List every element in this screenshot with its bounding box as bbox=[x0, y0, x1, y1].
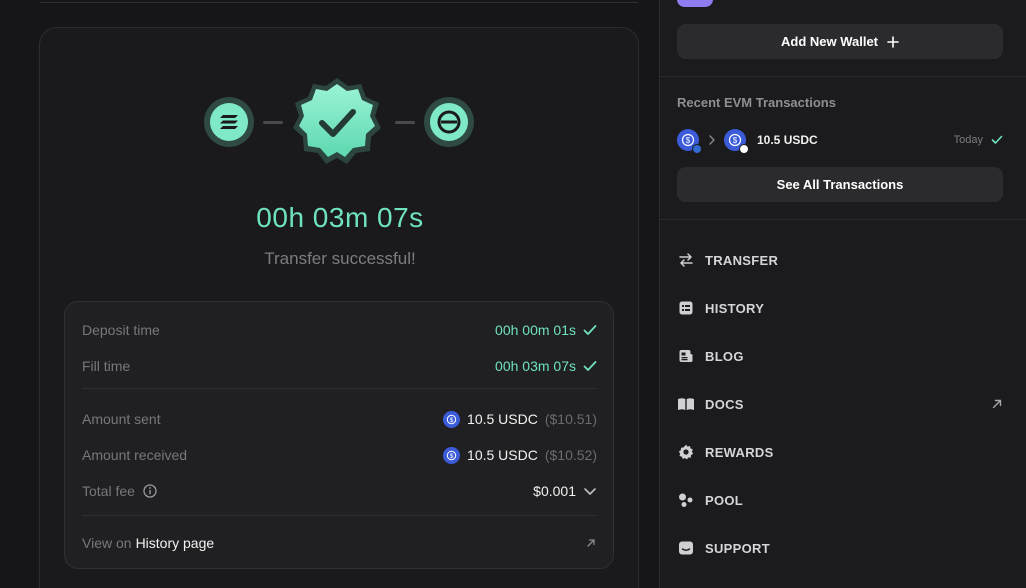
nav-item-rewards[interactable]: REWARDS bbox=[677, 440, 1003, 464]
amount-received-label: Amount received bbox=[82, 447, 188, 463]
external-link-icon bbox=[992, 399, 1002, 409]
usdc-token-icon: $ bbox=[677, 129, 702, 154]
amount-sent-usd: ($10.51) bbox=[544, 411, 597, 427]
nav-label: BLOG bbox=[705, 348, 744, 364]
details-divider bbox=[82, 515, 597, 516]
nav-label: DOCS bbox=[705, 396, 744, 412]
chevron-right-icon bbox=[709, 135, 715, 145]
elapsed-timer: 00h 03m 07s bbox=[256, 202, 424, 233]
solana-chain-icon bbox=[204, 97, 254, 147]
amount-received-value: 10.5 USDC bbox=[467, 447, 538, 463]
usdc-token-icon: $ bbox=[724, 129, 749, 154]
arrows-swap-icon bbox=[677, 251, 695, 269]
amount-sent-label: Amount sent bbox=[82, 411, 161, 427]
view-on-label: View on bbox=[82, 535, 132, 551]
svg-text:$: $ bbox=[450, 417, 454, 424]
nav-item-support[interactable]: SUPPORT bbox=[677, 536, 1003, 560]
pool-icon bbox=[677, 491, 695, 509]
deposit-time-value: 00h 00m 01s bbox=[495, 322, 576, 338]
see-all-label: See All Transactions bbox=[776, 177, 904, 192]
nav-label: SUPPORT bbox=[705, 540, 770, 556]
svg-text:$: $ bbox=[450, 453, 454, 460]
plus-icon bbox=[887, 35, 899, 48]
sidebar-divider bbox=[660, 76, 1026, 77]
chain-mini-icon bbox=[739, 144, 749, 154]
amount-received-usd: ($10.52) bbox=[544, 447, 597, 463]
see-all-transactions-button[interactable]: See All Transactions bbox=[677, 167, 1003, 202]
gear-icon bbox=[677, 443, 695, 461]
nav-item-transfer[interactable]: TRANSFER bbox=[677, 248, 1003, 272]
deposit-time-row: Deposit time 00h 00m 01s bbox=[82, 320, 597, 340]
progress-connector bbox=[263, 121, 283, 124]
fill-time-row: Fill time 00h 03m 07s bbox=[82, 356, 597, 376]
top-divider bbox=[40, 2, 638, 3]
nav-label: TRANSFER bbox=[705, 252, 779, 268]
transfer-status-text: Transfer successful! bbox=[264, 249, 416, 268]
transfer-progress bbox=[204, 76, 476, 168]
fill-time-value: 00h 03m 07s bbox=[495, 358, 576, 374]
destination-chain-icon bbox=[424, 97, 474, 147]
amount-sent-value: 10.5 USDC bbox=[467, 411, 538, 427]
deposit-time-label: Deposit time bbox=[82, 322, 160, 338]
nav-item-docs[interactable]: DOCS bbox=[677, 392, 1003, 416]
details-divider bbox=[82, 388, 597, 389]
sidebar: Add New Wallet Recent EVM Transactions $… bbox=[659, 0, 1026, 588]
svg-text:$: $ bbox=[733, 136, 738, 145]
amount-received-row: Amount received $ 10.5 USDC ($10.52) bbox=[82, 445, 597, 465]
chevron-down-icon[interactable] bbox=[583, 486, 597, 496]
recent-tx-time: Today bbox=[953, 134, 983, 146]
check-icon bbox=[583, 361, 597, 371]
recent-tx-amount: 10.5 USDC bbox=[757, 133, 818, 147]
svg-text:$: $ bbox=[686, 136, 691, 145]
total-fee-value: $0.001 bbox=[533, 483, 576, 499]
add-wallet-label: Add New Wallet bbox=[780, 34, 879, 49]
recent-transaction-item[interactable]: $ $ 10.5 USDC Today bbox=[677, 128, 1003, 154]
nav-item-blog[interactable]: BLOG bbox=[677, 344, 1003, 368]
total-fee-row[interactable]: Total fee $0.001 bbox=[82, 481, 597, 501]
wallet-chip[interactable] bbox=[677, 0, 713, 7]
nav-label: REWARDS bbox=[705, 444, 774, 460]
usdc-token-icon: $ bbox=[443, 410, 461, 428]
nav-label: HISTORY bbox=[705, 300, 765, 316]
usdc-token-icon: $ bbox=[443, 446, 461, 464]
solana-mini-icon bbox=[692, 144, 702, 154]
add-wallet-button[interactable]: Add New Wallet bbox=[677, 24, 1003, 59]
check-icon bbox=[991, 135, 1003, 144]
list-icon bbox=[677, 299, 695, 317]
external-link-icon[interactable] bbox=[585, 537, 597, 549]
history-page-link[interactable]: History page bbox=[136, 535, 215, 551]
amount-sent-row: Amount sent $ 10.5 USDC ($10.51) bbox=[82, 409, 597, 429]
info-icon[interactable] bbox=[143, 484, 157, 498]
nav-item-pool[interactable]: POOL bbox=[677, 488, 1003, 512]
check-icon bbox=[583, 325, 597, 335]
nav-item-history[interactable]: HISTORY bbox=[677, 296, 1003, 320]
transfer-details-panel: Deposit time 00h 00m 01s Fill time 00h 0… bbox=[64, 301, 614, 569]
recent-transactions-title: Recent EVM Transactions bbox=[677, 95, 836, 110]
success-check-icon bbox=[293, 78, 381, 164]
book-icon bbox=[677, 395, 695, 413]
newspaper-icon bbox=[677, 347, 695, 365]
sidebar-divider bbox=[660, 219, 1026, 220]
history-link-row[interactable]: View on History page bbox=[82, 533, 597, 553]
fill-time-label: Fill time bbox=[82, 358, 131, 374]
total-fee-label: Total fee bbox=[82, 483, 135, 499]
chat-icon bbox=[677, 539, 695, 557]
progress-connector bbox=[395, 121, 415, 124]
nav-label: POOL bbox=[705, 492, 744, 508]
